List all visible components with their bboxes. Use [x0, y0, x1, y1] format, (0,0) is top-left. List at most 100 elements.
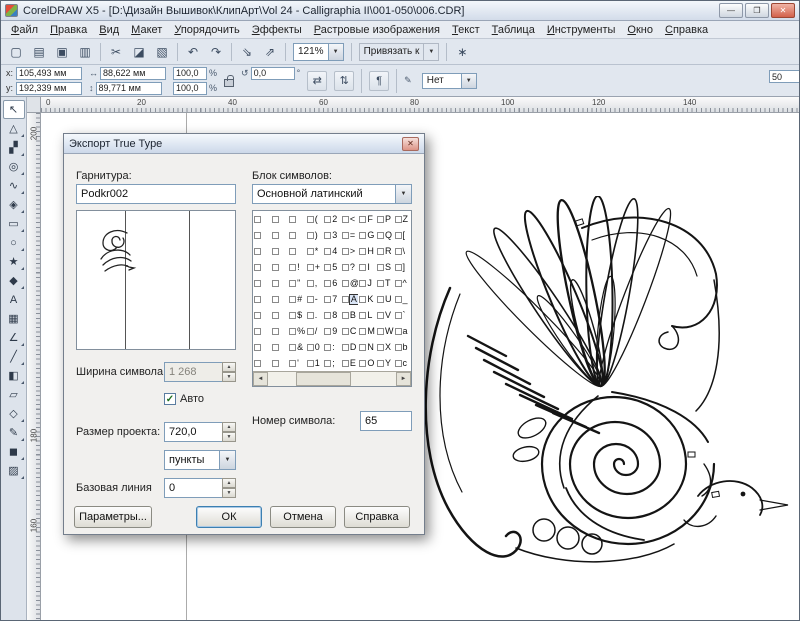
char-checkbox[interactable] — [307, 328, 314, 335]
char-cell[interactable]: J — [358, 275, 376, 291]
mirror-horizontal-button[interactable]: ⇄ — [307, 71, 327, 91]
minimize-button[interactable]: — — [719, 3, 743, 18]
char-cell[interactable]: S — [376, 259, 394, 275]
char-cell[interactable]: H — [358, 243, 376, 259]
spin-up-icon[interactable]: ▲ — [222, 422, 236, 432]
char-checkbox[interactable] — [359, 248, 366, 255]
char-checkbox[interactable] — [307, 264, 314, 271]
char-checkbox[interactable] — [272, 248, 279, 255]
spin-up-icon[interactable]: ▲ — [222, 478, 236, 488]
char-cell[interactable]: L — [358, 307, 376, 323]
char-cell[interactable] — [253, 339, 271, 355]
char-checkbox[interactable] — [342, 328, 349, 335]
horizontal-ruler[interactable]: 020406080100120140 — [41, 97, 799, 113]
char-checkbox[interactable] — [254, 344, 261, 351]
char-checkbox[interactable] — [377, 360, 384, 367]
char-cell[interactable]: : — [323, 339, 341, 355]
char-checkbox[interactable] — [324, 344, 331, 351]
char-checkbox[interactable] — [377, 312, 384, 319]
char-cell[interactable]: / — [306, 323, 324, 339]
shape-tool[interactable]: △ — [3, 119, 25, 138]
char-checkbox[interactable] — [359, 264, 366, 271]
dialog-close-button[interactable]: ✕ — [402, 137, 419, 151]
object-height-field[interactable]: 89,771 мм — [96, 82, 162, 95]
char-cell[interactable]: 0 — [306, 339, 324, 355]
char-checkbox[interactable] — [289, 248, 296, 255]
char-cell[interactable]: @ — [341, 275, 359, 291]
char-cell[interactable]: ` — [394, 307, 412, 323]
char-cell[interactable]: & — [288, 339, 306, 355]
spin-down-icon[interactable]: ▼ — [222, 488, 236, 498]
char-cell[interactable] — [253, 291, 271, 307]
char-cell[interactable]: [ — [394, 227, 412, 243]
char-cell[interactable]: > — [341, 243, 359, 259]
char-checkbox[interactable] — [254, 216, 261, 223]
cancel-button[interactable]: Отмена — [270, 506, 336, 528]
char-cell[interactable]: N — [358, 339, 376, 355]
char-checkbox[interactable] — [377, 280, 384, 287]
symbol-number-input[interactable]: 65 — [360, 411, 412, 431]
char-checkbox[interactable] — [307, 296, 314, 303]
scroll-right-icon[interactable]: ► — [396, 372, 411, 386]
maximize-button[interactable]: ❐ — [745, 3, 769, 18]
char-checkbox[interactable] — [342, 344, 349, 351]
ellipse-tool[interactable]: ○ — [3, 233, 25, 252]
object-width-field[interactable]: 88,622 мм — [100, 67, 166, 80]
units-select[interactable]: пункты ▼ — [164, 450, 236, 470]
char-checkbox[interactable] — [307, 360, 314, 367]
scale-x-field[interactable]: 100,0 — [173, 67, 207, 80]
char-cell[interactable]: * — [306, 243, 324, 259]
char-cell[interactable]: E — [341, 355, 359, 371]
char-checkbox[interactable] — [289, 280, 296, 287]
freehand-tool[interactable]: ∿ — [3, 176, 25, 195]
char-checkbox[interactable] — [324, 296, 331, 303]
open-icon[interactable]: ▤ — [28, 42, 50, 62]
smart-fill-tool[interactable]: ◈ — [3, 195, 25, 214]
char-checkbox[interactable] — [342, 248, 349, 255]
char-cell[interactable]: a — [394, 323, 412, 339]
char-cell[interactable] — [271, 307, 289, 323]
char-checkbox[interactable] — [395, 248, 402, 255]
char-cell[interactable] — [253, 355, 271, 371]
spin-up-icon[interactable]: ▲ — [222, 362, 236, 372]
char-cell[interactable]: \ — [394, 243, 412, 259]
chevron-down-icon[interactable]: ▼ — [461, 74, 476, 88]
fill-tool[interactable]: ◼ — [3, 442, 25, 461]
table-tool[interactable]: ▦ — [3, 309, 25, 328]
char-checkbox[interactable] — [395, 280, 402, 287]
char-cell[interactable]: 3 — [323, 227, 341, 243]
dimension-tool[interactable]: ∠ — [3, 328, 25, 347]
char-cell[interactable]: 5 — [323, 259, 341, 275]
blend-tool[interactable]: ◧ — [3, 366, 25, 385]
char-checkbox[interactable] — [254, 232, 261, 239]
options-button[interactable]: Параметры... — [74, 506, 152, 528]
char-cell[interactable]: 1 — [306, 355, 324, 371]
scroll-left-icon[interactable]: ◄ — [253, 372, 268, 386]
rectangle-tool[interactable]: ▭ — [3, 214, 25, 233]
char-cell[interactable]: $ — [288, 307, 306, 323]
char-cell[interactable] — [253, 275, 271, 291]
chevron-down-icon[interactable]: ▼ — [423, 44, 438, 60]
char-cell[interactable]: - — [306, 291, 324, 307]
char-checkbox[interactable] — [359, 360, 366, 367]
char-cell[interactable]: ] — [394, 259, 412, 275]
char-cell[interactable] — [271, 243, 289, 259]
undo-icon[interactable]: ↶ — [182, 42, 204, 62]
char-checkbox[interactable] — [289, 312, 296, 319]
symbol-block-select[interactable]: Основной латинский ▼ — [252, 184, 412, 204]
char-cell[interactable]: U — [376, 291, 394, 307]
chevron-down-icon[interactable]: ▼ — [395, 185, 411, 203]
menu-item[interactable]: Таблица — [486, 23, 541, 37]
connector-tool[interactable]: ╱ — [3, 347, 25, 366]
char-checkbox[interactable] — [324, 264, 331, 271]
menu-item[interactable]: Файл — [5, 23, 44, 37]
char-checkbox[interactable] — [254, 328, 261, 335]
pick-tool[interactable]: ↖ — [3, 100, 25, 119]
paste-icon[interactable]: ▧ — [151, 42, 173, 62]
char-checkbox[interactable] — [272, 312, 279, 319]
char-checkbox[interactable] — [324, 216, 331, 223]
spin-down-icon[interactable]: ▼ — [222, 372, 236, 382]
char-cell[interactable]: P — [376, 211, 394, 227]
basic-shapes-tool[interactable]: ◆ — [3, 271, 25, 290]
char-cell[interactable]: . — [306, 307, 324, 323]
